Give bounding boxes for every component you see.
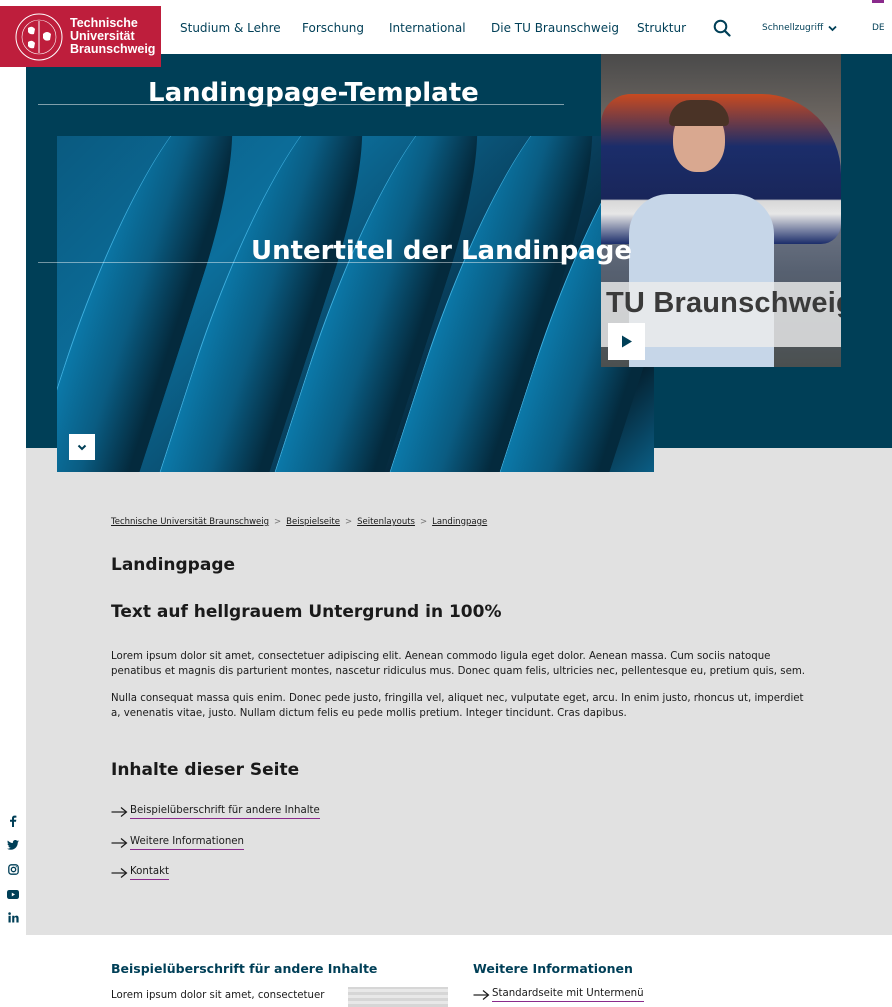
quick-access-label: Schnellzugriff [762, 23, 824, 33]
twitter-icon[interactable] [5, 837, 21, 853]
scroll-down-button[interactable] [69, 434, 95, 460]
contents-link-label[interactable]: Beispielüberschrift für andere Inhalte [130, 805, 320, 819]
breadcrumb-item[interactable]: Seitenlayouts [357, 517, 415, 527]
contents-link[interactable]: Weitere Informationen [111, 836, 245, 850]
chevron-down-icon [77, 444, 87, 450]
teaser-image [348, 987, 448, 1007]
breadcrumb-separator: > [274, 517, 282, 527]
video-title: TU Braunschweig [606, 287, 841, 319]
body-paragraph: Nulla consequat massa quis enim. Donec p… [111, 693, 804, 719]
arrow-right-icon [111, 838, 128, 848]
breadcrumb-item[interactable]: Technische Universität Braunschweig [111, 517, 269, 527]
logo-line-3: Braunschweig [70, 42, 156, 56]
nav-item-die-tu-braunschweig[interactable]: Die TU Braunschweig [491, 21, 619, 35]
linkedin-icon[interactable] [5, 909, 21, 925]
language-active-marker [872, 0, 884, 3]
instagram-icon[interactable] [5, 861, 21, 877]
hero-title-bold: Landingpage [148, 78, 338, 108]
breadcrumb-item[interactable]: Beispielseite [286, 517, 340, 527]
play-icon [621, 335, 632, 348]
teaser-link[interactable]: Standardseite mit Untermenü [473, 988, 644, 1002]
person-image-hair [669, 100, 729, 126]
nav-item-forschung[interactable]: Forschung [302, 21, 364, 35]
nav-item-studium-lehre[interactable]: Studium & Lehre [180, 21, 281, 35]
page-title: Landingpage [111, 555, 236, 575]
contents-link[interactable]: Kontakt [111, 866, 169, 880]
contents-link[interactable]: Beispielüberschrift für andere Inhalte [111, 805, 320, 819]
nav-item-international[interactable]: International [389, 21, 466, 35]
contents-heading: Inhalte dieser Seite [111, 760, 300, 780]
contents-link-label[interactable]: Kontakt [130, 866, 169, 880]
hero-subtitle: Untertitel der Landinpage [251, 236, 633, 266]
arrow-right-icon [111, 868, 128, 878]
breadcrumb-separator: > [419, 517, 428, 527]
logo-wordmark: Technische Universität Braunschweig [70, 17, 155, 56]
youtube-icon[interactable] [5, 886, 21, 902]
teaser-heading-right: Weitere Informationen [473, 961, 633, 976]
section-heading: Text auf hellgrauem Untergrund in 100% [111, 602, 502, 622]
tu-braunschweig-logo[interactable]: Technische Universität Braunschweig [0, 6, 161, 67]
university-seal-icon [15, 13, 63, 60]
search-icon[interactable] [713, 19, 731, 37]
breadcrumb-separator: > [344, 517, 353, 527]
arrow-right-icon [111, 807, 128, 817]
teaser-link-label[interactable]: Standardseite mit Untermenü [492, 988, 644, 1002]
chevron-down-icon [828, 25, 837, 31]
video-teaser[interactable]: TU Braunschweig [601, 54, 841, 367]
facebook-icon[interactable] [5, 813, 21, 829]
teaser-heading-left: Beispielüberschrift für andere Inhalte [111, 961, 378, 976]
quick-access-dropdown[interactable]: Schnellzugriff [762, 23, 837, 33]
hero-title-rest: -Template [337, 78, 479, 108]
contents-link-label[interactable]: Weitere Informationen [130, 836, 245, 850]
nav-item-struktur[interactable]: Struktur [637, 21, 686, 35]
teaser-text: Lorem ipsum dolor sit amet, consectetuer [111, 990, 325, 1001]
breadcrumb: Technische Universität Braunschweig > Be… [111, 517, 487, 527]
arrow-right-icon [473, 990, 490, 1000]
hero-title: Landingpage-Template [148, 78, 479, 108]
breadcrumb-item-current[interactable]: Landingpage [432, 517, 487, 527]
page: Studium & Lehre Forschung International … [0, 0, 892, 1007]
play-button[interactable] [608, 323, 645, 360]
body-paragraph: Lorem ipsum dolor sit amet, consectetuer… [111, 651, 806, 677]
hero-image-turbine [57, 136, 654, 472]
language-switch[interactable]: DE [872, 23, 885, 33]
